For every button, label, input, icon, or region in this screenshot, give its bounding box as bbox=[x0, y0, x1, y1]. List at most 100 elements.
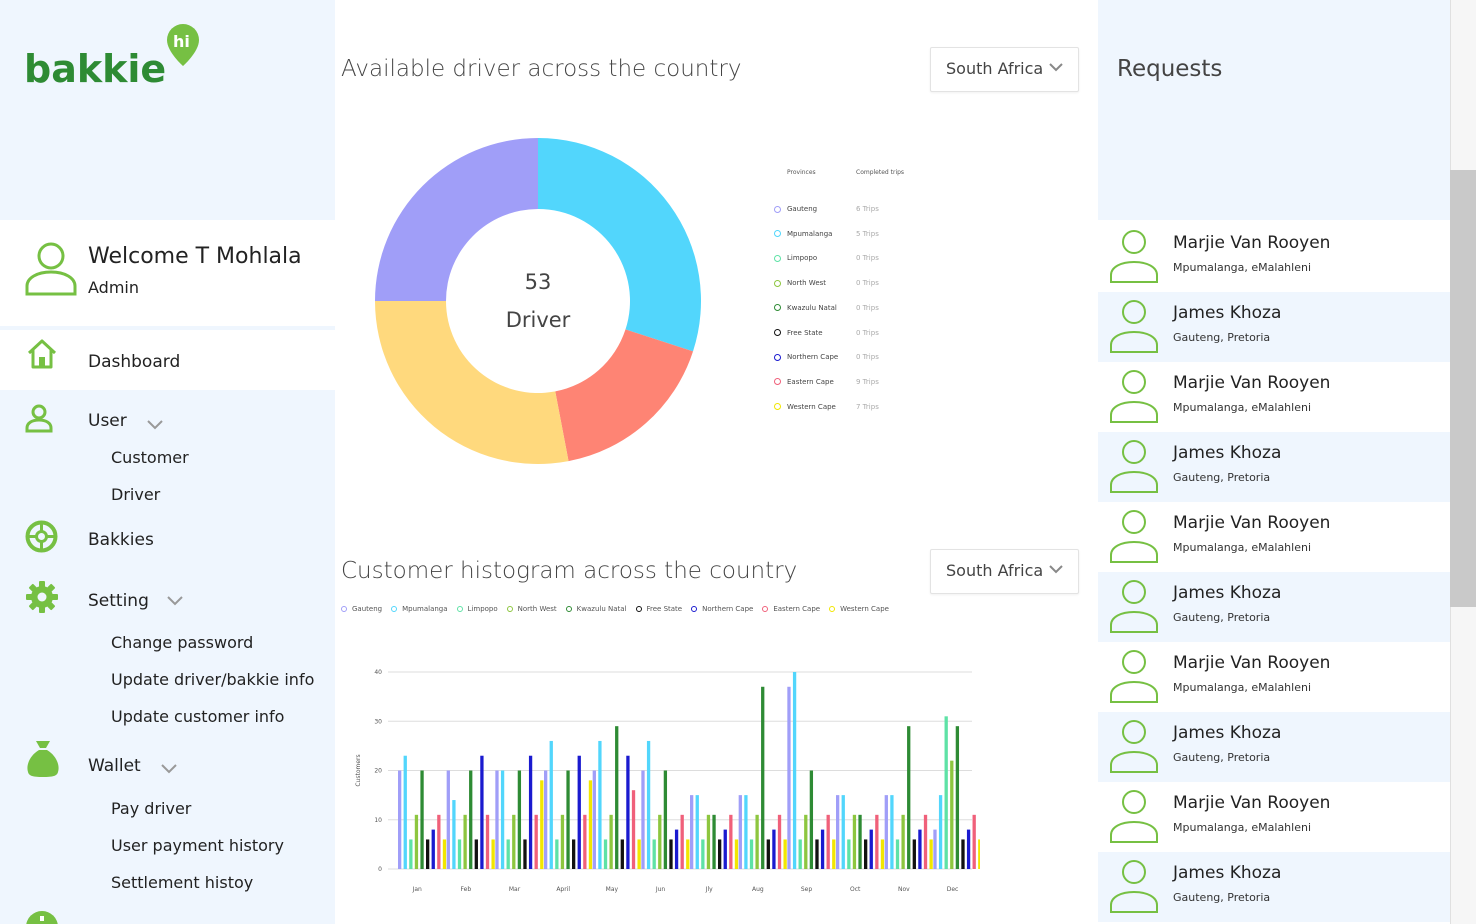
request-item[interactable]: James Khoza Gauteng, Pretoria bbox=[1098, 432, 1450, 502]
y-tick-label: 30 bbox=[374, 718, 382, 725]
request-item[interactable]: James Khoza Gauteng, Pretoria bbox=[1098, 292, 1450, 362]
user-avatar-icon bbox=[1110, 720, 1158, 773]
request-item[interactable]: Marjie Van Rooyen Mpumalanga, eMalahleni bbox=[1098, 502, 1450, 572]
request-item[interactable]: Marjie Van Rooyen Mpumalanga, eMalahleni bbox=[1098, 642, 1450, 712]
legend-dot bbox=[774, 205, 781, 213]
nav-user-customer[interactable]: Customer bbox=[111, 448, 189, 467]
user-avatar-icon bbox=[1110, 300, 1158, 353]
histogram-bar bbox=[836, 795, 840, 869]
request-item[interactable]: James Khoza Gauteng, Pretoria bbox=[1098, 852, 1450, 922]
histogram-legend-label: Northern Cape bbox=[702, 605, 754, 613]
histogram-bar bbox=[783, 839, 787, 869]
histogram-bar bbox=[734, 839, 739, 869]
histogram-bar bbox=[592, 770, 596, 869]
request-item[interactable]: Marjie Van Rooyen Mpumalanga, eMalahleni bbox=[1098, 362, 1450, 432]
histogram-bar bbox=[577, 755, 581, 869]
histogram-bar bbox=[495, 770, 499, 869]
legend-dot bbox=[762, 606, 769, 612]
histogram-bar bbox=[426, 839, 430, 869]
request-name: James Khoza bbox=[1173, 723, 1282, 743]
nav-update-customer-info[interactable]: Update customer info bbox=[111, 707, 284, 726]
histogram-bar bbox=[474, 839, 478, 869]
histogram-bar bbox=[469, 770, 473, 869]
nav-user[interactable]: User bbox=[88, 411, 127, 431]
user-avatar-icon bbox=[1110, 860, 1158, 913]
legend-item: Free State 0 Trips bbox=[774, 329, 879, 337]
histogram-bar bbox=[669, 839, 673, 869]
histogram-bar bbox=[972, 814, 976, 869]
legend-province: North West bbox=[787, 279, 827, 288]
request-name: Marjie Van Rooyen bbox=[1173, 513, 1331, 533]
histogram-bar bbox=[534, 814, 538, 869]
histogram-title: Customer histogram across the country bbox=[341, 558, 798, 584]
chevron-down-icon[interactable] bbox=[166, 595, 184, 607]
requests-panel: Requests Marjie Van Rooyen Mpumalanga, eM… bbox=[1098, 0, 1450, 924]
y-axis-label: Customers bbox=[355, 754, 362, 786]
histogram-bar bbox=[792, 672, 797, 869]
legend-trips: 9 Trips bbox=[856, 377, 879, 386]
histogram-legend-label: Eastern Cape bbox=[773, 605, 821, 613]
user-avatar-icon bbox=[1110, 510, 1158, 563]
donut-center-value: 53 bbox=[524, 270, 552, 294]
request-location: Gauteng, Pretoria bbox=[1173, 331, 1271, 344]
nav-user-driver[interactable]: Driver bbox=[111, 485, 160, 504]
histogram-bar bbox=[549, 740, 553, 869]
chevron-down-icon[interactable] bbox=[160, 763, 178, 775]
legend-dot bbox=[774, 304, 781, 312]
chevron-down-icon[interactable] bbox=[146, 419, 164, 431]
nav-update-driver-info[interactable]: Update driver/bakkie info bbox=[111, 670, 314, 689]
country-dropdown-value: South Africa bbox=[946, 59, 1044, 78]
info-icon[interactable] bbox=[25, 910, 59, 924]
nav-user-payment-history[interactable]: User payment history bbox=[111, 836, 284, 855]
country-dropdown[interactable]: South Africa bbox=[930, 47, 1079, 92]
nav-setting[interactable]: Setting bbox=[88, 591, 149, 611]
histogram-bar bbox=[895, 839, 900, 869]
legend-dot bbox=[506, 606, 513, 612]
legend-trips: 6 Trips bbox=[856, 205, 879, 213]
legend-item: North West 0 Trips bbox=[774, 279, 879, 288]
histogram-legend-label: Kwazulu Natal bbox=[576, 605, 627, 613]
histogram-bar bbox=[555, 839, 559, 869]
legend-item: Gauteng 6 Trips bbox=[774, 205, 879, 213]
histogram-bar bbox=[723, 829, 727, 869]
nav-wallet[interactable]: Wallet bbox=[88, 756, 141, 776]
request-item[interactable]: Marjie Van Rooyen Mpumalanga, eMalahleni bbox=[1098, 782, 1450, 852]
request-item[interactable]: James Khoza Gauteng, Pretoria bbox=[1098, 712, 1450, 782]
histogram-bar bbox=[923, 814, 928, 869]
histogram-bar bbox=[485, 814, 490, 869]
nav-settlement-history[interactable]: Settlement histoy bbox=[111, 873, 253, 892]
scrollbar-thumb[interactable] bbox=[1450, 170, 1476, 607]
legend-dot bbox=[774, 254, 781, 262]
request-name: James Khoza bbox=[1173, 303, 1282, 323]
histogram-bar bbox=[907, 726, 911, 869]
histogram-bar bbox=[938, 795, 943, 869]
legend-trips: 0 Trips bbox=[856, 328, 879, 337]
user-avatar-icon bbox=[1110, 580, 1158, 633]
histogram-bar bbox=[766, 839, 770, 869]
donut-title: Available driver across the country bbox=[341, 56, 742, 82]
histogram-country-dropdown[interactable]: South Africa bbox=[930, 549, 1079, 594]
request-name: Marjie Van Rooyen bbox=[1173, 373, 1331, 393]
histogram-legend-label: Gauteng bbox=[352, 605, 383, 613]
histogram-dropdown-value: South Africa bbox=[946, 561, 1044, 580]
donut-chart bbox=[375, 138, 701, 464]
histogram-bar bbox=[772, 829, 776, 869]
legend-dot bbox=[691, 606, 698, 612]
bakkie-logo[interactable]: bakkie hi bbox=[22, 22, 207, 92]
request-item[interactable]: James Khoza Gauteng, Pretoria bbox=[1098, 572, 1450, 642]
request-item[interactable]: Marjie Van Rooyen Mpumalanga, eMalahleni bbox=[1098, 222, 1450, 292]
histogram-bar bbox=[572, 839, 576, 869]
x-tick-label: Oct bbox=[850, 886, 861, 893]
nav-dashboard[interactable]: Dashboard bbox=[0, 330, 335, 390]
histogram-bar bbox=[961, 839, 965, 869]
request-name: James Khoza bbox=[1173, 443, 1282, 463]
histogram-legend-item: Kwazulu Natal bbox=[565, 605, 627, 613]
user-avatar-icon bbox=[25, 242, 77, 296]
histogram-bar bbox=[409, 839, 413, 869]
x-tick-label: Feb bbox=[461, 886, 472, 893]
nav-bakkies[interactable]: Bakkies bbox=[88, 530, 154, 550]
welcome-role: Admin bbox=[88, 278, 139, 297]
nav-change-password[interactable]: Change password bbox=[111, 633, 253, 652]
nav-pay-driver[interactable]: Pay driver bbox=[111, 799, 191, 818]
request-location: Mpumalanga, eMalahleni bbox=[1173, 681, 1312, 694]
